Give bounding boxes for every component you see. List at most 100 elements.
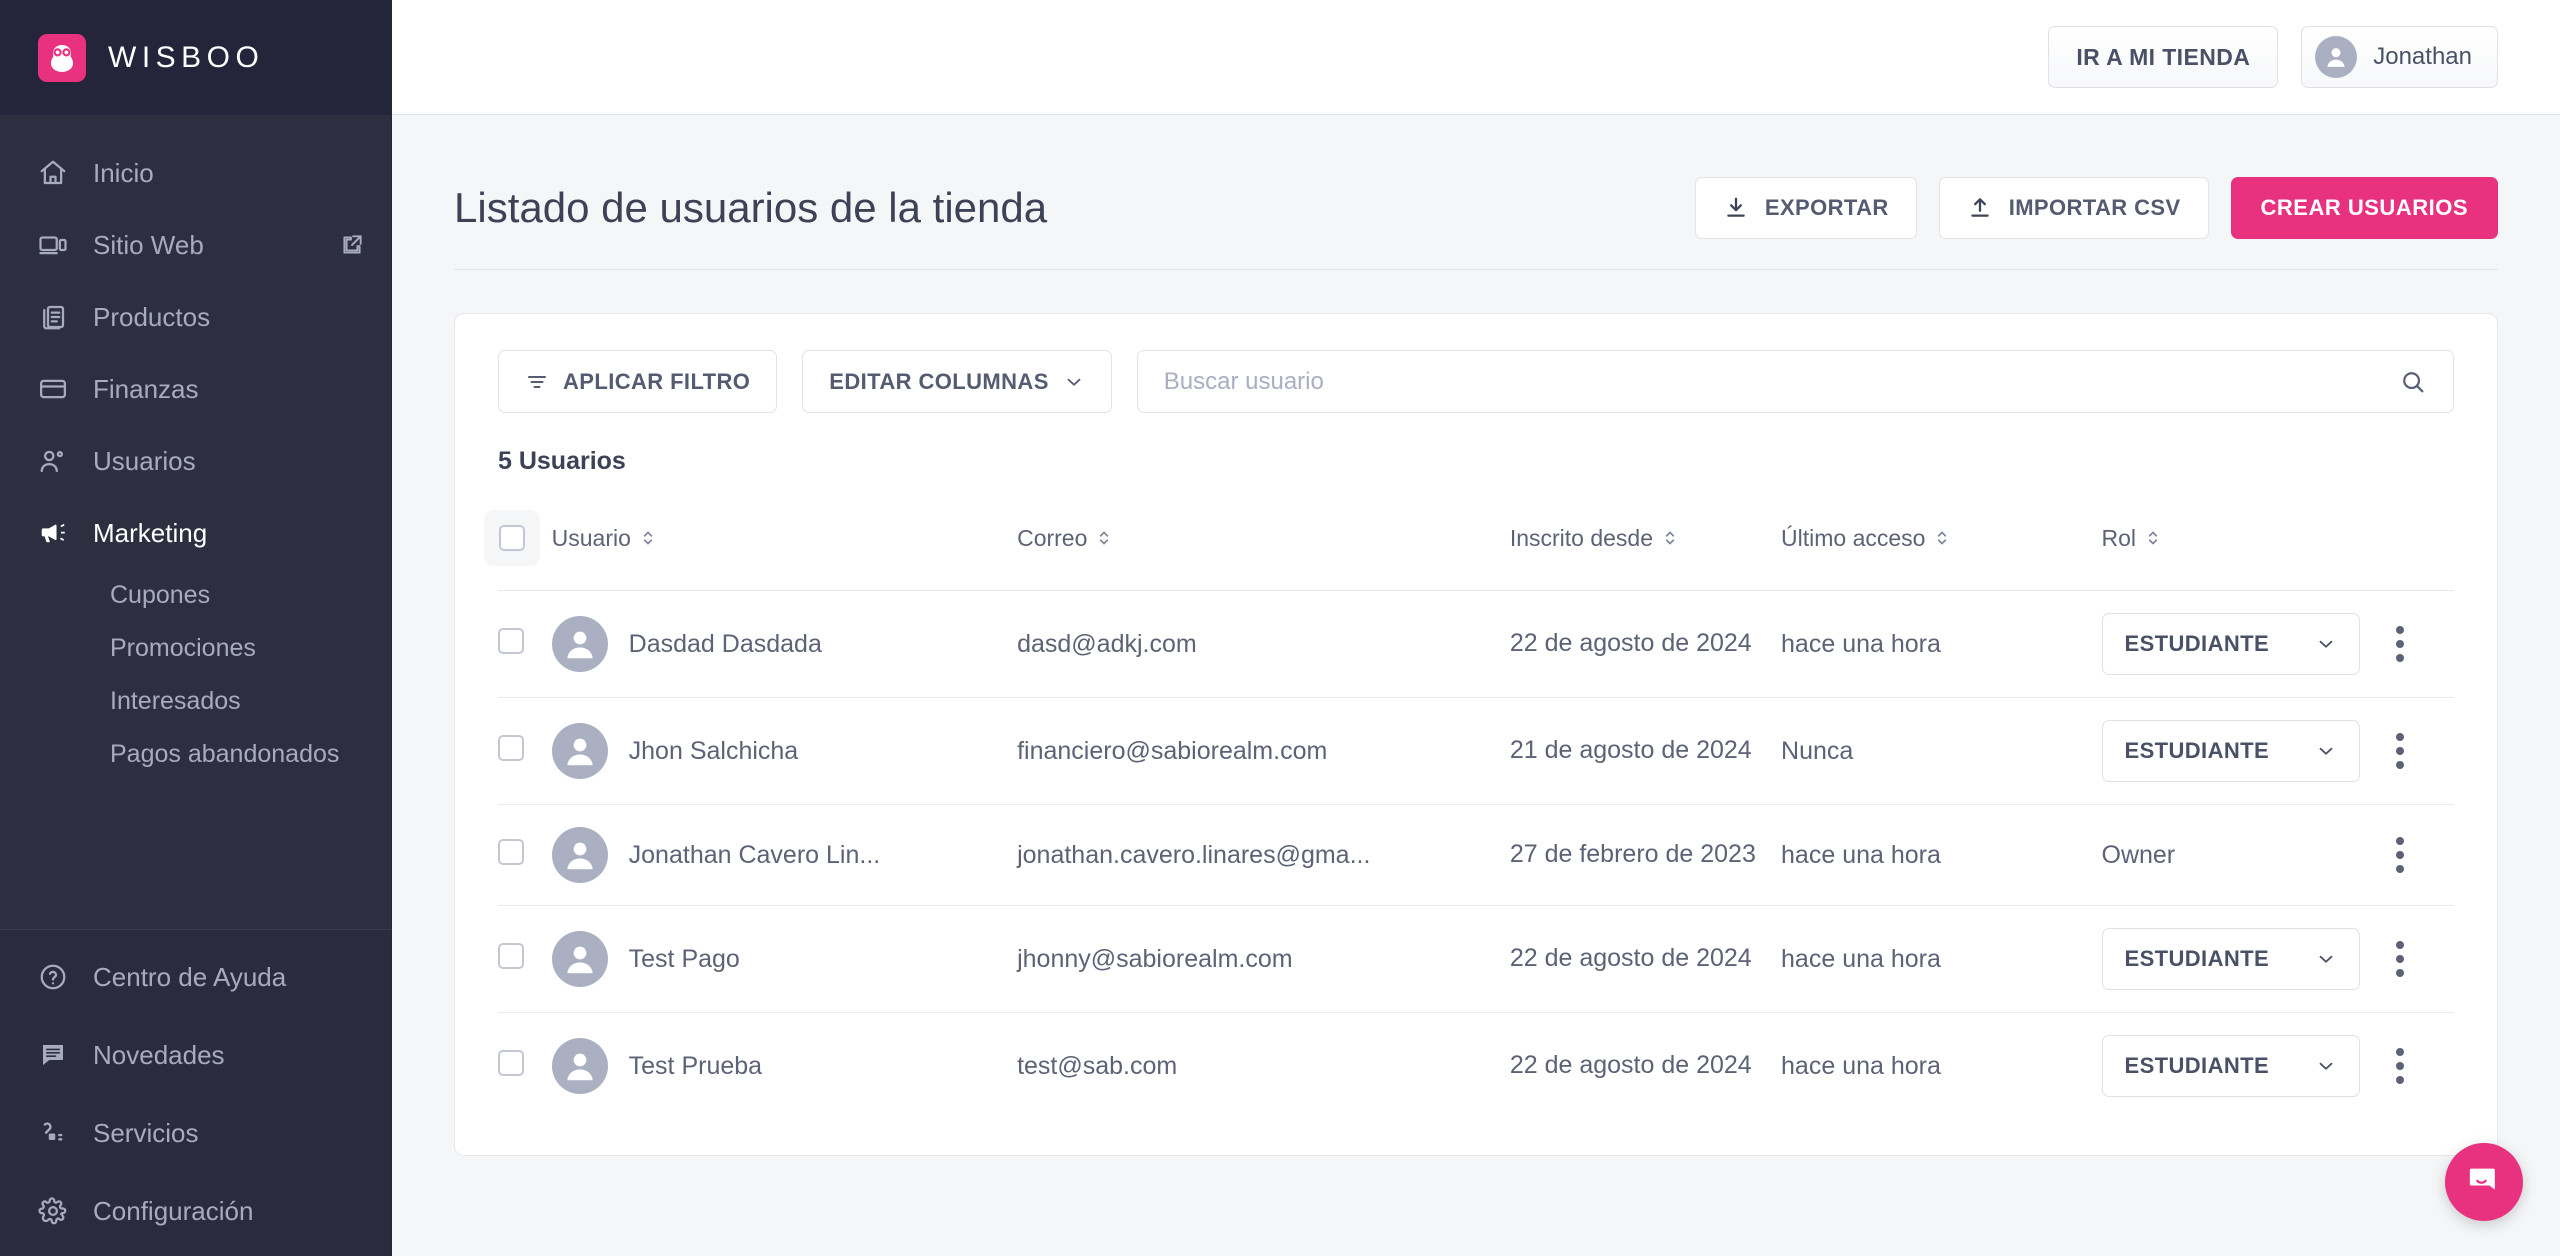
- sort-icon[interactable]: [640, 528, 656, 548]
- row-checkbox[interactable]: [498, 1049, 524, 1076]
- sidebar-item-productos[interactable]: Productos: [0, 281, 391, 353]
- row-actions-cell[interactable]: [2379, 804, 2454, 906]
- chevron-down-icon: [2315, 948, 2337, 970]
- select-all-checkbox-wrap[interactable]: [484, 510, 540, 566]
- row-last-access: hace una hora: [1781, 905, 2102, 1013]
- brand[interactable]: WISBOO: [0, 0, 391, 115]
- home-icon: [38, 158, 80, 188]
- external-link-icon[interactable]: [339, 232, 365, 258]
- search-field[interactable]: [1136, 350, 2454, 413]
- sidebar-item-centro-de-ayuda[interactable]: Centro de Ayuda: [0, 938, 391, 1016]
- table-row[interactable]: Jonathan Cavero Lin... jonathan.cavero.l…: [498, 804, 2454, 906]
- users-table: Usuario Correo Inscrito desde Último acc…: [484, 492, 2454, 1120]
- row-select-cell[interactable]: [498, 804, 552, 906]
- row-role-cell[interactable]: ESTUDIANTE: [2101, 1013, 2380, 1120]
- column-header-correo[interactable]: Correo: [1017, 492, 1510, 591]
- more-options-icon[interactable]: [2380, 837, 2420, 873]
- credit-card-icon: [38, 374, 80, 404]
- sidebar-item-sitio-web[interactable]: Sitio Web: [0, 209, 391, 281]
- table-row[interactable]: Jhon Salchicha financiero@sabiorealm.com…: [498, 697, 2454, 805]
- chevron-down-icon: [2315, 740, 2337, 762]
- table-row[interactable]: Dasdad Dasdada dasd@adkj.com 22 de agost…: [498, 590, 2454, 698]
- column-header-actions: [2379, 492, 2454, 591]
- sort-icon[interactable]: [1662, 528, 1678, 548]
- sort-icon[interactable]: [1934, 528, 1950, 548]
- sidebar-item-marketing[interactable]: Marketing: [0, 497, 391, 569]
- sidebar-item-label: Servicios: [93, 1117, 199, 1148]
- sidebar-item-label: Centro de Ayuda: [93, 961, 287, 992]
- sort-icon[interactable]: [1096, 528, 1112, 548]
- column-header-inscrito-desde[interactable]: Inscrito desde: [1509, 492, 1782, 591]
- role-select[interactable]: ESTUDIANTE: [2101, 720, 2360, 782]
- sidebar-item-usuarios[interactable]: Usuarios: [0, 425, 391, 497]
- row-role-cell: Owner: [2101, 804, 2380, 906]
- more-options-icon[interactable]: [2380, 941, 2420, 977]
- row-select-cell[interactable]: [498, 697, 552, 805]
- role-select[interactable]: ESTUDIANTE: [2101, 928, 2360, 990]
- table-row[interactable]: Test Pago jhonny@sabiorealm.com 22 de ag…: [498, 905, 2454, 1013]
- top-bar: IR A MI TIENDA Jonathan: [392, 0, 2560, 115]
- sidebar: WISBOO Inicio Sitio Web Productos Finanz…: [0, 0, 392, 1256]
- sidebar-subitem-promociones[interactable]: Promociones: [0, 622, 391, 675]
- column-label: Rol: [2101, 524, 2137, 551]
- help-circle-icon: [38, 962, 80, 992]
- row-actions-cell[interactable]: [2379, 697, 2454, 805]
- row-checkbox[interactable]: [498, 734, 524, 761]
- gear-icon: [38, 1196, 80, 1226]
- row-actions-cell[interactable]: [2379, 905, 2454, 1013]
- row-actions-cell[interactable]: [2379, 590, 2454, 698]
- export-button[interactable]: EXPORTAR: [1694, 177, 1917, 239]
- user-name: Jonathan Cavero Lin...: [628, 840, 881, 869]
- row-role-cell[interactable]: ESTUDIANTE: [2101, 697, 2380, 805]
- row-user-cell: Dasdad Dasdada: [551, 590, 1018, 698]
- column-label: Correo: [1017, 524, 1088, 551]
- select-all-header: [484, 492, 552, 591]
- column-label: Último acceso: [1781, 524, 1926, 551]
- role-value: ESTUDIANTE: [2124, 738, 2270, 763]
- sort-icon[interactable]: [2145, 528, 2161, 548]
- row-select-cell[interactable]: [498, 905, 552, 1013]
- row-role-cell[interactable]: ESTUDIANTE: [2101, 590, 2380, 698]
- select-all-checkbox[interactable]: [499, 525, 525, 551]
- row-checkbox[interactable]: [498, 838, 524, 865]
- table-row[interactable]: Test Prueba test@sab.com 22 de agosto de…: [498, 1013, 2454, 1120]
- search-input[interactable]: [1163, 367, 2399, 396]
- column-header-rol[interactable]: Rol: [2101, 492, 2380, 591]
- sidebar-item-finanzas[interactable]: Finanzas: [0, 353, 391, 425]
- more-options-icon[interactable]: [2380, 626, 2420, 662]
- search-icon[interactable]: [2399, 368, 2427, 396]
- role-select[interactable]: ESTUDIANTE: [2101, 613, 2360, 675]
- page-actions: EXPORTAR IMPORTAR CSV CREAR USUARIOS: [1694, 177, 2498, 239]
- row-actions-cell[interactable]: [2380, 1013, 2454, 1120]
- sidebar-subitem-pagos-abandonados[interactable]: Pagos abandonados: [0, 728, 391, 781]
- sidebar-subitem-interesados[interactable]: Interesados: [0, 675, 391, 728]
- more-options-icon[interactable]: [2380, 733, 2420, 769]
- chat-bubble-icon[interactable]: [2445, 1143, 2523, 1221]
- row-select-cell[interactable]: [498, 1013, 552, 1120]
- edit-columns-button[interactable]: EDITAR COLUMNAS: [802, 350, 1112, 413]
- role-select[interactable]: ESTUDIANTE: [2101, 1035, 2360, 1097]
- row-select-cell[interactable]: [498, 590, 552, 698]
- more-options-icon[interactable]: [2380, 1048, 2420, 1084]
- row-checkbox[interactable]: [498, 627, 524, 654]
- row-last-access: Nunca: [1781, 697, 2102, 805]
- apply-filter-button[interactable]: APLICAR FILTRO: [498, 350, 778, 413]
- user-name: Jonathan: [2373, 43, 2472, 70]
- sidebar-item-inicio[interactable]: Inicio: [0, 137, 391, 209]
- go-to-store-button[interactable]: IR A MI TIENDA: [2048, 26, 2279, 88]
- owl-icon: [38, 33, 86, 82]
- sidebar-subitem-cupones[interactable]: Cupones: [0, 569, 391, 622]
- create-users-button[interactable]: CREAR USUARIOS: [2230, 177, 2498, 239]
- import-csv-button[interactable]: IMPORTAR CSV: [1938, 177, 2209, 239]
- row-role-cell[interactable]: ESTUDIANTE: [2101, 905, 2380, 1013]
- user-name: Test Pago: [628, 944, 740, 973]
- sidebar-item-novedades[interactable]: Novedades: [0, 1016, 391, 1094]
- row-checkbox[interactable]: [498, 942, 524, 969]
- edit-columns-label: EDITAR COLUMNAS: [829, 368, 1049, 394]
- column-header-ultimo-acceso[interactable]: Último acceso: [1781, 492, 2102, 591]
- column-header-usuario[interactable]: Usuario: [551, 492, 1018, 591]
- sidebar-item-configuracion[interactable]: Configuración: [0, 1172, 391, 1250]
- sidebar-item-label: Sitio Web: [93, 229, 204, 260]
- sidebar-item-servicios[interactable]: Servicios: [0, 1094, 391, 1172]
- user-menu-button[interactable]: Jonathan: [2301, 26, 2498, 88]
